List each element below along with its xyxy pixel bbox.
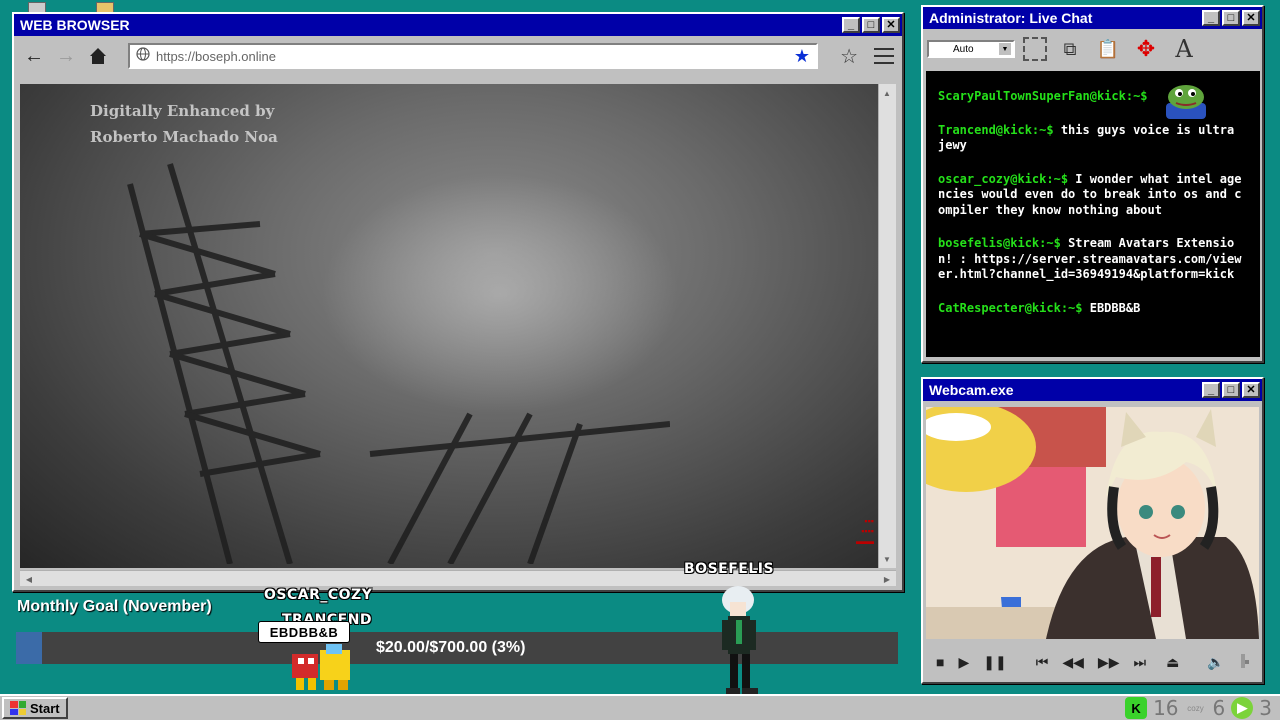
back-icon[interactable]: ←	[22, 44, 46, 68]
move-icon[interactable]: ✥	[1131, 34, 1161, 64]
close-button[interactable]: ✕	[1242, 10, 1260, 26]
kick-logo-icon[interactable]: K	[1125, 697, 1148, 719]
scroll-left-icon[interactable]: ◀	[22, 571, 36, 587]
volume-slider[interactable]	[1240, 654, 1249, 668]
goal-amount: $20.00/$700.00 (3%)	[376, 639, 526, 656]
system-tray: K 16 cozy 6 ▶ 3	[1125, 696, 1272, 720]
pause-icon[interactable]: ❚❚	[983, 654, 1006, 671]
video-player[interactable]: Digitally Enhanced by Roberto Machado No…	[20, 84, 880, 568]
vertical-scrollbar[interactable]: ▲ ▼	[878, 84, 896, 568]
minimize-button[interactable]: _	[1202, 382, 1220, 398]
avatar-sprite-oscar	[292, 644, 350, 690]
rewind-icon[interactable]: ◀◀	[1062, 654, 1084, 671]
goal-title: Monthly Goal (November)	[17, 598, 212, 615]
chat-message: CatRespecter@kick:~$ EBDBB&B	[938, 300, 1141, 315]
browser-navbar: ← → https://boseph.online ★ ☆	[14, 36, 902, 76]
font-icon[interactable]: A	[1169, 34, 1199, 64]
stop-icon[interactable]: ■	[936, 654, 944, 670]
chevron-down-icon: ▼	[999, 43, 1011, 55]
paste-icon[interactable]: 📋	[1093, 34, 1123, 64]
viewer-count-3: 3	[1259, 696, 1272, 720]
star-filled-icon[interactable]: ★	[794, 46, 810, 67]
webcam-titlebar[interactable]: Webcam.exe _ □ ✕	[923, 379, 1262, 401]
scroll-down-icon[interactable]: ▼	[879, 552, 895, 566]
webcam-title: Webcam.exe	[929, 382, 1014, 398]
rumble-logo-icon[interactable]: ▶	[1231, 697, 1254, 719]
maximize-button[interactable]: □	[1222, 382, 1240, 398]
windows-logo-icon	[10, 701, 26, 715]
chat-message: Trancend@kick:~$ this guys voice is ultr…	[938, 122, 1235, 153]
close-button[interactable]: ✕	[882, 17, 900, 33]
address-bar[interactable]: https://boseph.online ★	[128, 43, 819, 69]
chat-message: oscar_cozy@kick:~$ I wonder what intel a…	[938, 171, 1242, 217]
video-watermark: ▪▪▪ ▪▪▪▪ ▬▬	[856, 516, 874, 546]
chat-log[interactable]: ScaryPaulTownSuperFan@kick:~$ Trancend@k…	[926, 71, 1260, 357]
chat-titlebar[interactable]: Administrator: Live Chat _ □ ✕	[923, 7, 1262, 29]
goal-progress-fill	[16, 632, 43, 664]
browser-window: WEB BROWSER _ □ ✕ ← → https://boseph.onl…	[12, 12, 904, 592]
anime-avatar-image	[926, 407, 1259, 639]
avatar-sprite-bosefelis	[722, 586, 758, 694]
maximize-button[interactable]: □	[862, 17, 880, 33]
chat-toolbar: Auto ▼ ⧉ 📋 ✥ A	[923, 29, 1262, 69]
copy-icon[interactable]: ⧉	[1055, 34, 1085, 64]
browser-title: WEB BROWSER	[20, 17, 130, 33]
webcam-feed	[926, 407, 1259, 639]
hamburger-menu-icon[interactable]	[874, 48, 894, 64]
video-credit: Digitally Enhanced by Roberto Machado No…	[90, 102, 278, 146]
star-outline-icon[interactable]: ☆	[840, 44, 858, 69]
skip-forward-icon[interactable]: ⏭	[1133, 654, 1146, 671]
avatar-speech-bubble: EBDBB&B	[258, 621, 350, 643]
globe-icon	[136, 46, 150, 66]
volume-icon[interactable]: 🔈	[1207, 654, 1224, 671]
maximize-button[interactable]: □	[1222, 10, 1240, 26]
fast-forward-icon[interactable]: ▶▶	[1098, 654, 1120, 671]
url-text: https://boseph.online	[156, 48, 276, 64]
avatar-name-oscar: OSCAR_COZY	[264, 587, 373, 603]
chat-window: Administrator: Live Chat _ □ ✕ Auto ▼ ⧉ …	[921, 5, 1264, 363]
forward-icon[interactable]: →	[54, 44, 78, 68]
minimize-button[interactable]: _	[842, 17, 860, 33]
skip-back-icon[interactable]: ⏮	[1036, 654, 1049, 671]
cozy-logo-icon[interactable]: cozy	[1185, 704, 1207, 713]
font-size-select[interactable]: Auto ▼	[927, 40, 1015, 58]
minimize-button[interactable]: _	[1202, 10, 1220, 26]
pepe-emote-icon	[1166, 85, 1206, 119]
scroll-right-icon[interactable]: ▶	[880, 571, 894, 587]
select-icon[interactable]	[1023, 37, 1047, 61]
close-button[interactable]: ✕	[1242, 382, 1260, 398]
play-icon[interactable]: ▶	[958, 654, 969, 671]
viewer-count-6: 6	[1212, 696, 1226, 720]
chat-title: Administrator: Live Chat	[929, 10, 1093, 26]
avatar-name-bosefelis: BOSEFELIS	[684, 561, 775, 577]
start-button[interactable]: Start	[2, 697, 68, 719]
eject-icon[interactable]: ⏏	[1166, 654, 1179, 671]
video-tower-silhouette	[127, 163, 670, 564]
chat-message: bosefelis@kick:~$ Stream Avatars Extensi…	[938, 236, 1242, 281]
scroll-up-icon[interactable]: ▲	[879, 86, 895, 100]
taskbar: Start K 16 cozy 6 ▶ 3	[0, 694, 1280, 720]
webcam-window: Webcam.exe _ □ ✕ ■ ▶ ❚❚ ⏮ ◀◀ ▶▶ ⏭ ⏏ 🔈	[921, 377, 1264, 684]
kick-viewer-count: 16	[1153, 696, 1179, 720]
home-icon[interactable]	[86, 44, 110, 68]
browser-titlebar[interactable]: WEB BROWSER _ □ ✕	[14, 14, 902, 36]
media-controls: ■ ▶ ❚❚ ⏮ ◀◀ ▶▶ ⏭ ⏏ 🔈	[926, 647, 1259, 677]
